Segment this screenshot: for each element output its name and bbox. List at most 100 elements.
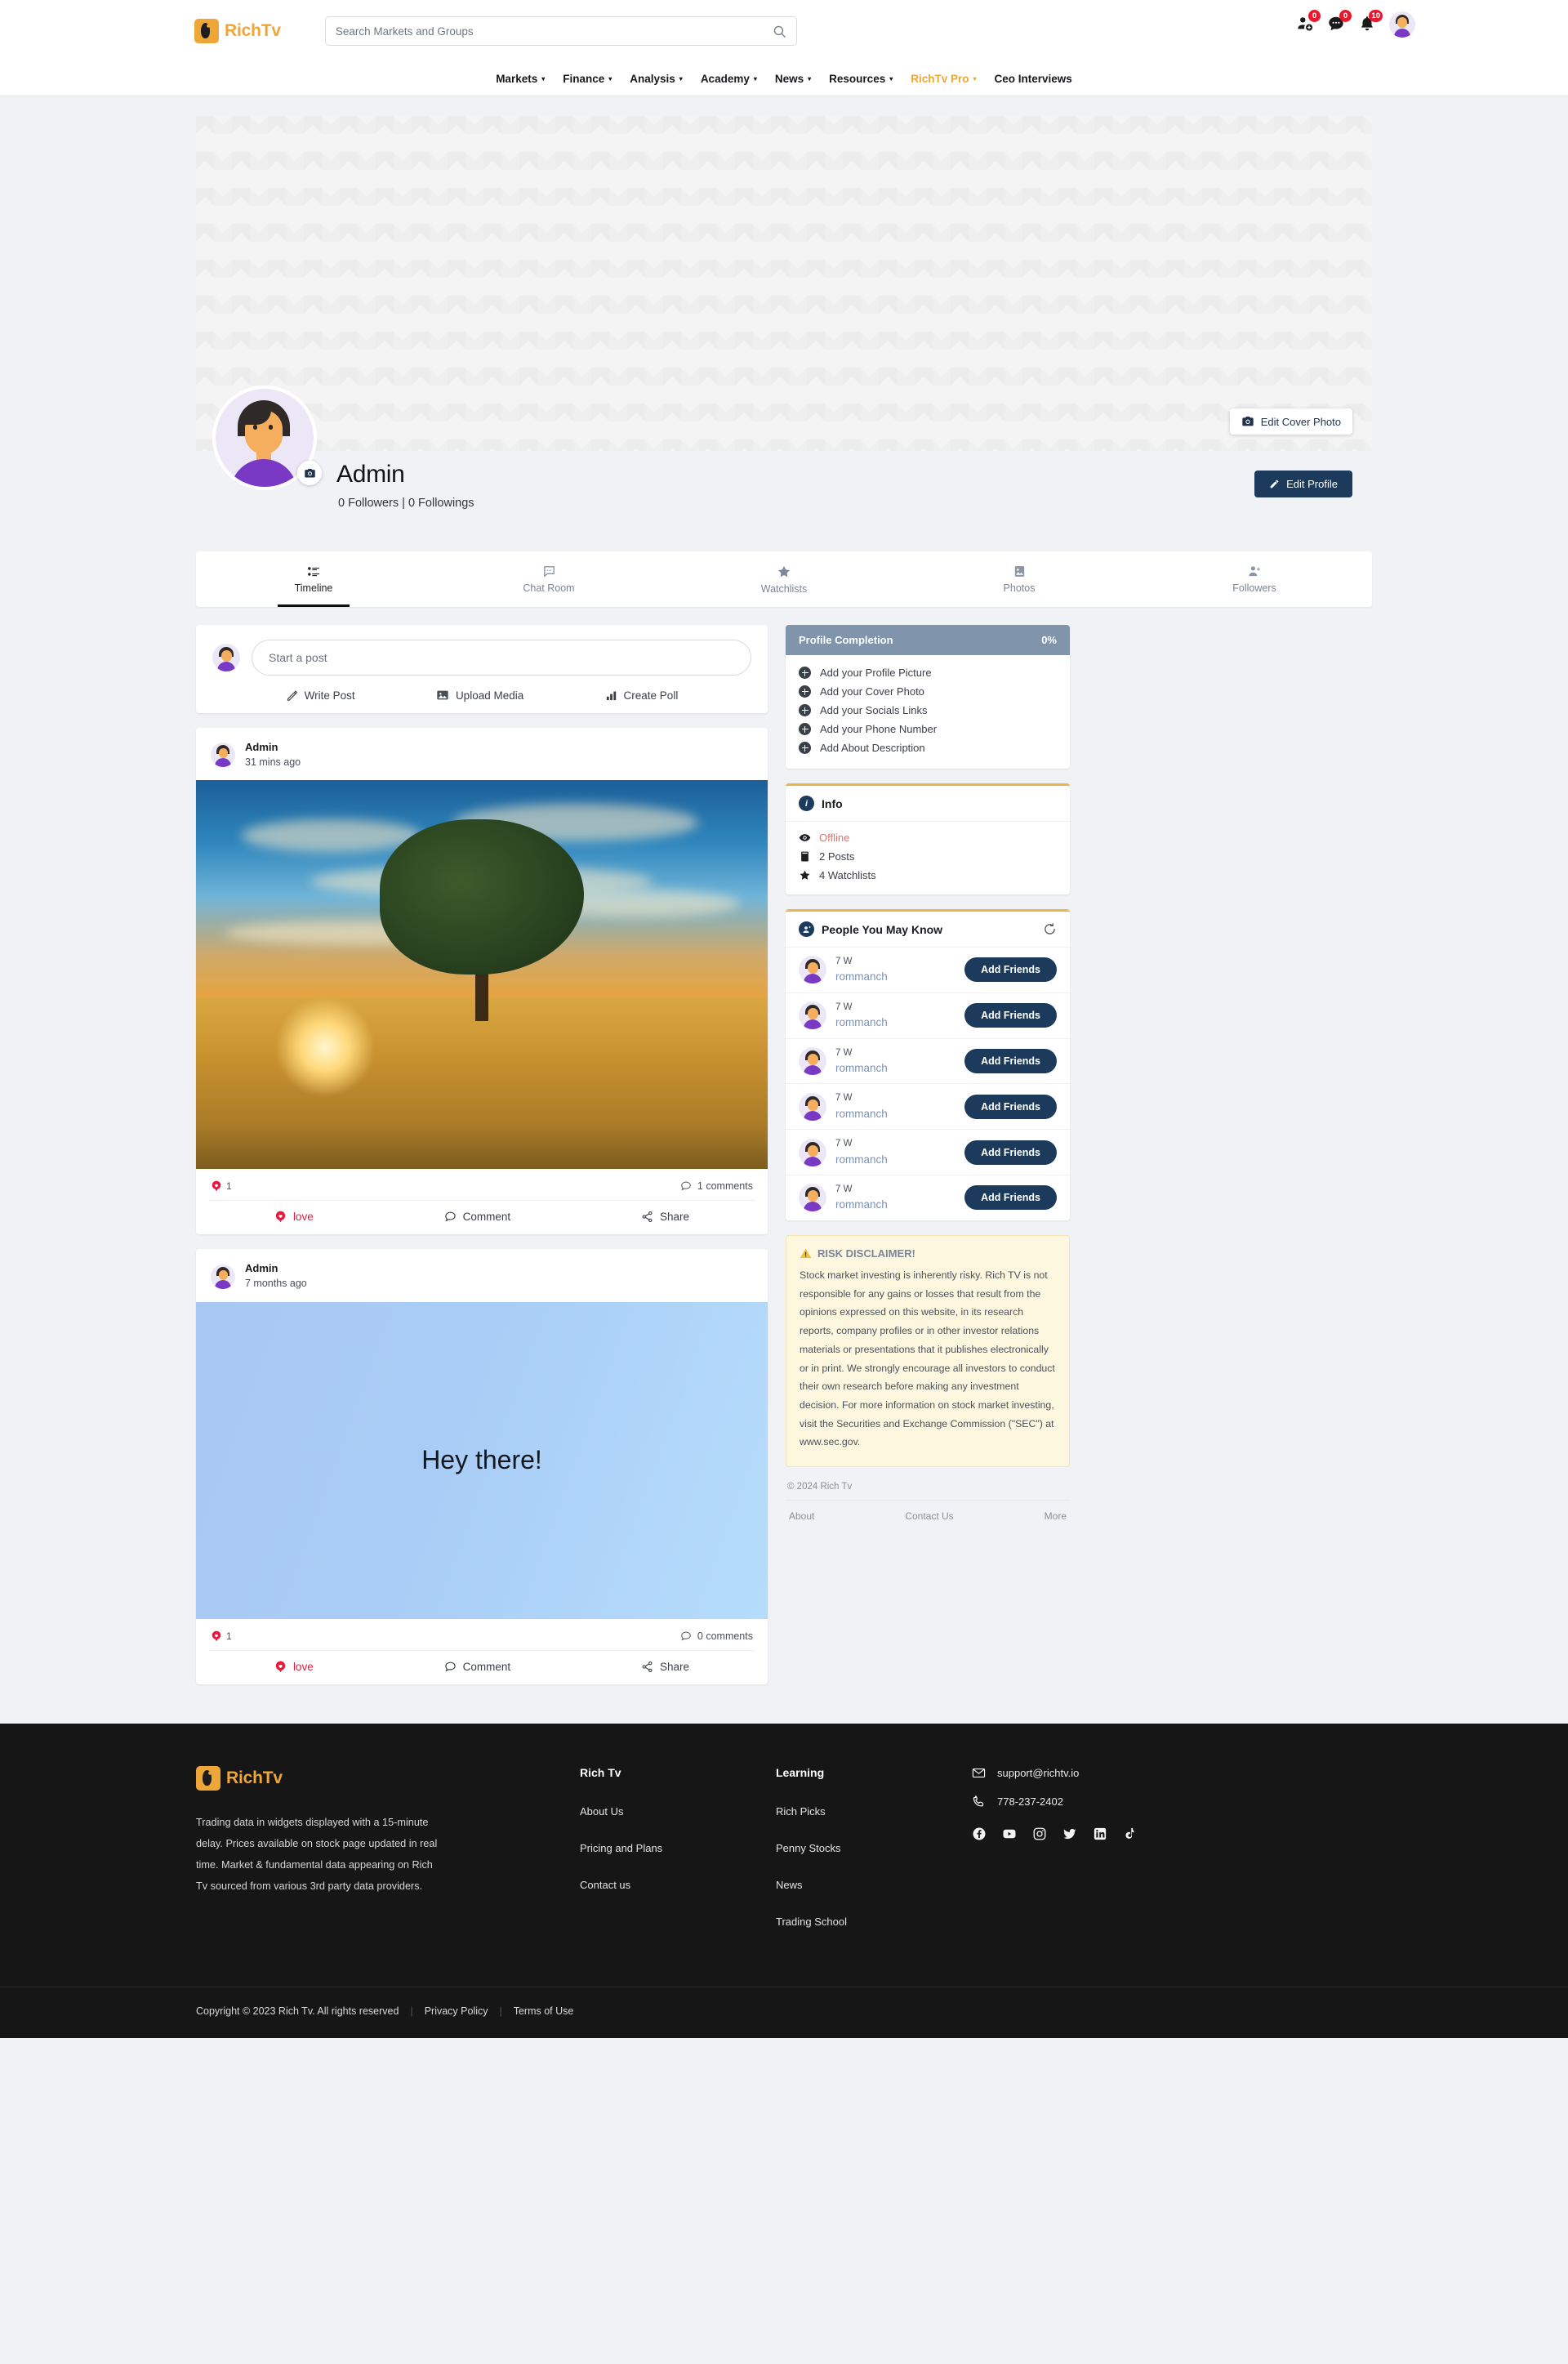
plus-icon xyxy=(799,667,811,679)
nav-item-4[interactable]: News ▾ xyxy=(766,73,820,85)
avatar[interactable] xyxy=(799,1047,826,1076)
header-avatar[interactable] xyxy=(1389,11,1415,38)
friend-requests-icon[interactable]: 0 xyxy=(1296,10,1321,34)
tiktok-icon[interactable] xyxy=(1123,1827,1138,1841)
nav-item-1[interactable]: Finance ▾ xyxy=(554,73,621,85)
messages-icon[interactable]: 0 xyxy=(1327,10,1352,34)
youtube-icon[interactable] xyxy=(1002,1827,1017,1841)
facebook-icon[interactable] xyxy=(972,1827,987,1841)
footer-terms-of-use-link[interactable]: Terms of Use xyxy=(514,2005,574,2017)
cover-photo: Edit Cover Photo xyxy=(196,116,1372,451)
love-button[interactable]: love xyxy=(274,1661,314,1673)
sidebar-link-contact-us[interactable]: Contact Us xyxy=(905,1510,953,1522)
post-author-avatar[interactable] xyxy=(211,743,235,768)
person-name[interactable]: rommanch xyxy=(835,969,956,985)
add-friends-button[interactable]: Add Friends xyxy=(964,1185,1057,1211)
instagram-icon[interactable] xyxy=(1032,1827,1047,1841)
avatar[interactable] xyxy=(799,1001,826,1030)
footer-email[interactable]: support@richtv.io xyxy=(997,1767,1079,1779)
comment-button[interactable]: Comment xyxy=(444,1661,510,1673)
create-poll-button[interactable]: Create Poll xyxy=(605,689,678,702)
footer-link-contact-us[interactable]: Contact us xyxy=(580,1879,776,1891)
post-author-name[interactable]: Admin xyxy=(245,1261,307,1277)
linkedin-icon[interactable] xyxy=(1093,1827,1107,1841)
footer-link-about-us[interactable]: About Us xyxy=(580,1805,776,1818)
footer-phone[interactable]: 778-237-2402 xyxy=(997,1795,1063,1808)
write-post-button[interactable]: Write Post xyxy=(286,689,355,702)
person-name[interactable]: rommanch xyxy=(835,1197,956,1213)
nav-item-2[interactable]: Analysis ▾ xyxy=(621,73,692,85)
composer-top xyxy=(212,640,751,676)
add-friends-button[interactable]: Add Friends xyxy=(964,957,1057,983)
post-comment-count[interactable]: 1 comments xyxy=(680,1180,753,1192)
sidebar-link-about[interactable]: About xyxy=(789,1510,814,1522)
completion-item-about-description[interactable]: Add About Description xyxy=(799,738,1057,757)
tab-followers[interactable]: Followers xyxy=(1137,551,1372,607)
post-media[interactable]: Hey there! xyxy=(196,1301,768,1619)
chat-icon xyxy=(542,564,556,578)
start-a-post-input[interactable] xyxy=(252,640,751,676)
love-button[interactable]: love xyxy=(274,1211,314,1223)
nav-item-7[interactable]: Ceo Interviews xyxy=(986,73,1081,85)
person-time: 7 W xyxy=(835,1093,853,1104)
share-button[interactable]: Share xyxy=(641,1661,689,1673)
search-bar[interactable] xyxy=(324,16,797,46)
person-name[interactable]: rommanch xyxy=(835,1152,956,1168)
footer-privacy-policy-link[interactable]: Privacy Policy xyxy=(425,2005,488,2017)
add-friends-button[interactable]: Add Friends xyxy=(964,1003,1057,1028)
footer-link-news[interactable]: News xyxy=(776,1879,972,1891)
search-input[interactable] xyxy=(335,25,773,38)
post-likes[interactable]: 1 xyxy=(211,1180,232,1192)
avatar[interactable] xyxy=(799,1184,826,1212)
completion-label-0: Add your Profile Picture xyxy=(820,667,932,679)
footer-link-pricing-and-plans[interactable]: Pricing and Plans xyxy=(580,1842,776,1854)
footer-phone-row[interactable]: 778-237-2402 xyxy=(972,1795,1372,1809)
tab-timeline[interactable]: Timeline xyxy=(196,551,431,607)
site-logo[interactable]: RichTv xyxy=(194,19,281,43)
tab-chat-room[interactable]: Chat Room xyxy=(431,551,666,607)
sidebar-link-more[interactable]: More xyxy=(1045,1510,1067,1522)
nav-item-5[interactable]: Resources ▾ xyxy=(820,73,902,85)
share-button[interactable]: Share xyxy=(641,1211,689,1223)
upload-media-button[interactable]: Upload Media xyxy=(436,689,523,702)
nav-item-3[interactable]: Academy ▾ xyxy=(692,73,766,85)
completion-item-phone-number[interactable]: Add your Phone Number xyxy=(799,720,1057,738)
composer-actions: Write Post Upload Media Create Poll xyxy=(212,676,751,713)
post-comment-count[interactable]: 0 comments xyxy=(680,1630,753,1642)
footer-email-row[interactable]: support@richtv.io xyxy=(972,1766,1372,1780)
edit-cover-photo-button[interactable]: Edit Cover Photo xyxy=(1229,408,1352,435)
add-friends-button[interactable]: Add Friends xyxy=(964,1049,1057,1074)
tab-photos[interactable]: Photos xyxy=(902,551,1137,607)
footer-logo[interactable]: RichTv xyxy=(196,1765,580,1791)
search-icon[interactable] xyxy=(773,25,786,38)
edit-profile-button[interactable]: Edit Profile xyxy=(1254,471,1352,497)
edit-profile-picture-button[interactable] xyxy=(297,461,322,485)
notifications-bell-icon[interactable]: 10 xyxy=(1358,10,1383,34)
person-name[interactable]: rommanch xyxy=(835,1106,956,1122)
refresh-icon[interactable] xyxy=(1043,922,1057,936)
completion-item-cover-photo[interactable]: Add your Cover Photo xyxy=(799,682,1057,701)
nav-item-0[interactable]: Markets ▾ xyxy=(487,73,554,85)
post-media[interactable] xyxy=(196,780,768,1170)
footer-link-rich-picks[interactable]: Rich Picks xyxy=(776,1805,972,1818)
info-title-wrap: i Info xyxy=(799,796,843,811)
person-name[interactable]: rommanch xyxy=(835,1015,956,1031)
post-likes[interactable]: 1 xyxy=(211,1630,232,1642)
footer-link-trading-school[interactable]: Trading School xyxy=(776,1916,972,1928)
add-friends-button[interactable]: Add Friends xyxy=(964,1094,1057,1119)
person-name[interactable]: rommanch xyxy=(835,1060,956,1077)
tab-watchlists[interactable]: Watchlists xyxy=(666,551,902,607)
post-stats: 1 0 comments xyxy=(196,1619,768,1650)
twitter-icon[interactable] xyxy=(1062,1827,1077,1841)
nav-item-6[interactable]: RichTv Pro ▾ xyxy=(902,73,985,85)
completion-item-profile-picture[interactable]: Add your Profile Picture xyxy=(799,663,1057,682)
avatar[interactable] xyxy=(799,1138,826,1166)
comment-button[interactable]: Comment xyxy=(444,1211,510,1223)
avatar[interactable] xyxy=(799,1092,826,1121)
add-friends-button[interactable]: Add Friends xyxy=(964,1140,1057,1165)
completion-item-socials-links[interactable]: Add your Socials Links xyxy=(799,701,1057,720)
post-author-name[interactable]: Admin xyxy=(245,740,301,756)
post-author-avatar[interactable] xyxy=(211,1264,235,1289)
footer-link-penny-stocks[interactable]: Penny Stocks xyxy=(776,1842,972,1854)
avatar[interactable] xyxy=(799,956,826,984)
